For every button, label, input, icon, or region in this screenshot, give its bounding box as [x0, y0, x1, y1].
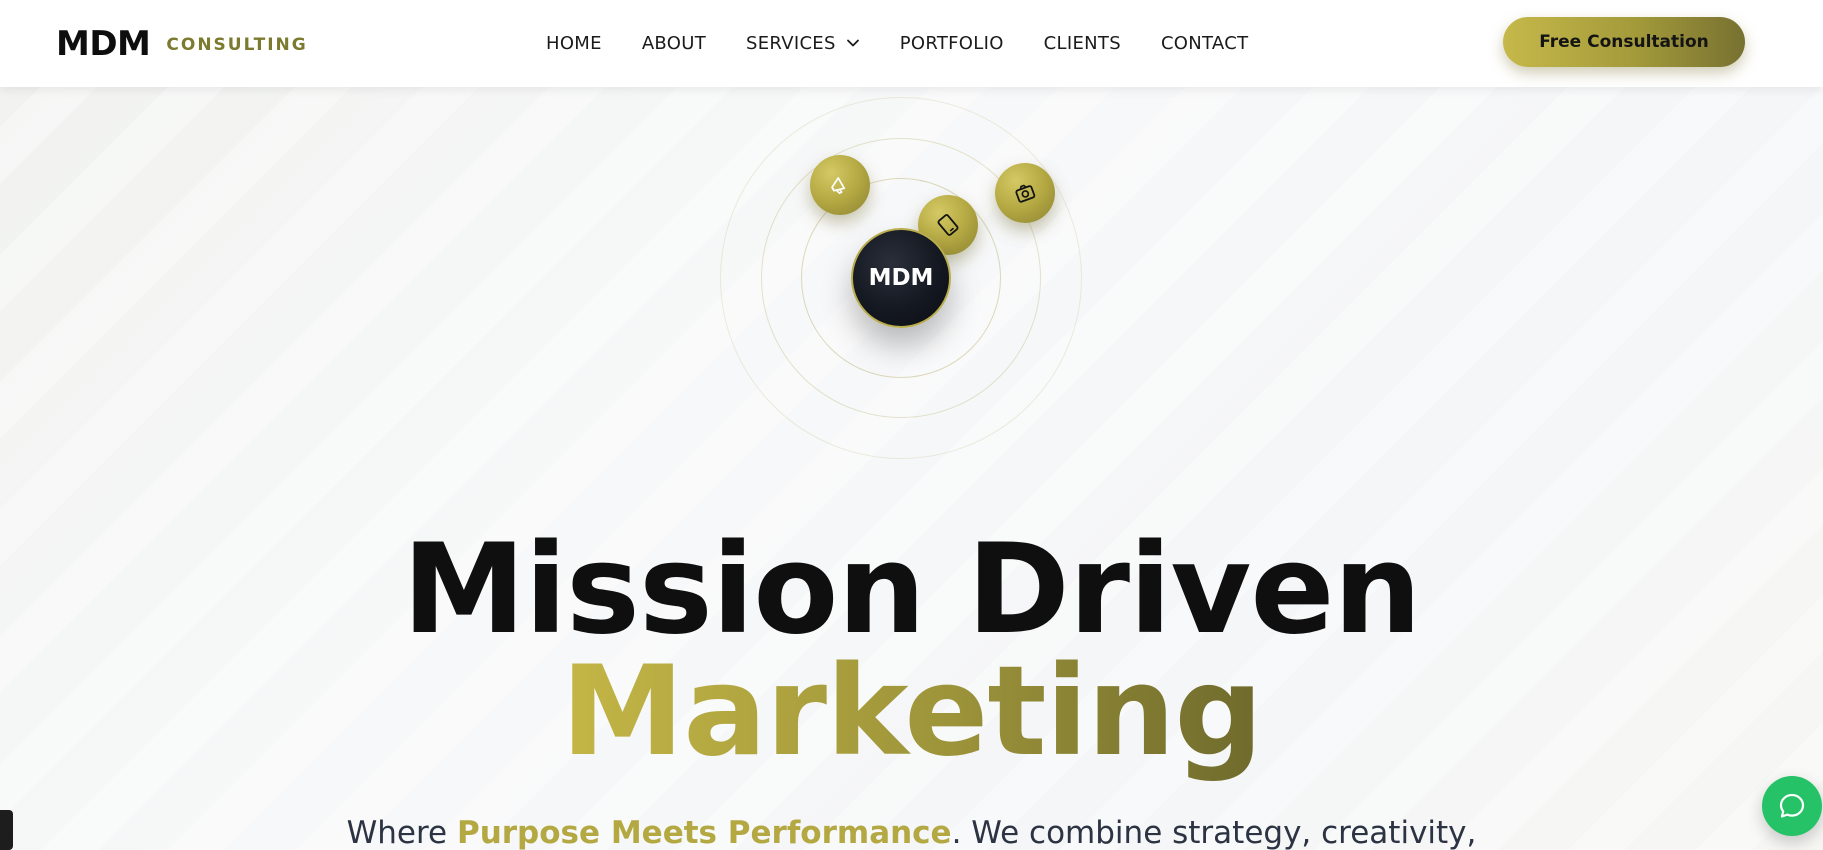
chat-bubble-icon — [1779, 793, 1805, 818]
nav-portfolio-label: PORTFOLIO — [899, 32, 1004, 54]
chat-button[interactable] — [1762, 776, 1822, 836]
nav-home[interactable]: HOME — [546, 33, 602, 54]
hero-title-line1: Mission Driven — [402, 518, 1421, 662]
nav-services[interactable]: SERVICES — [746, 33, 860, 54]
brand-logo[interactable]: MDM CONSULTING — [56, 22, 308, 66]
nav-contact-label: CONTACT — [1160, 32, 1249, 54]
orbit-graphic: MDM — [720, 97, 1082, 459]
main-nav: HOME ABOUT SERVICES PORTFOLIO CLIENTS CO… — [546, 28, 1248, 58]
side-widget-tab[interactable] — [0, 810, 13, 850]
hero-subtitle-highlight: Purpose Meets Performance — [456, 815, 952, 850]
nav-contact[interactable]: CONTACT — [1161, 33, 1248, 54]
hero-subtitle-pre: Where — [346, 815, 457, 850]
camera-satellite — [995, 163, 1055, 223]
brand-tagline: CONSULTING — [166, 35, 308, 55]
nav-about[interactable]: ABOUT — [642, 33, 706, 54]
camera-icon — [1015, 184, 1036, 203]
nav-home-label: HOME — [546, 32, 602, 54]
hero-subtitle-post: . We combine strategy, creativity, — [951, 815, 1477, 850]
free-consultation-button[interactable]: Free Consultation — [1503, 17, 1745, 67]
hero-subtitle: Where Purpose Meets Performance. We comb… — [0, 815, 1823, 850]
chevron-down-icon — [846, 39, 859, 47]
nav-portfolio[interactable]: PORTFOLIO — [900, 33, 1004, 54]
mdm-core-badge: MDM — [851, 228, 951, 328]
hero-title-line2: Marketing — [560, 640, 1263, 784]
megaphone-icon — [831, 177, 846, 195]
nav-about-label: ABOUT — [641, 32, 706, 54]
nav-clients[interactable]: CLIENTS — [1044, 33, 1121, 54]
megaphone-satellite — [810, 155, 870, 215]
tablet-icon — [937, 214, 959, 236]
hero-title-line2-wrap: Marketing — [0, 650, 1823, 774]
nav-clients-label: CLIENTS — [1043, 32, 1121, 54]
site-header: MDM CONSULTING HOME ABOUT SERVICES PORTF… — [0, 0, 1823, 87]
nav-services-label: SERVICES — [746, 32, 836, 54]
brand-name: MDM — [56, 24, 151, 64]
